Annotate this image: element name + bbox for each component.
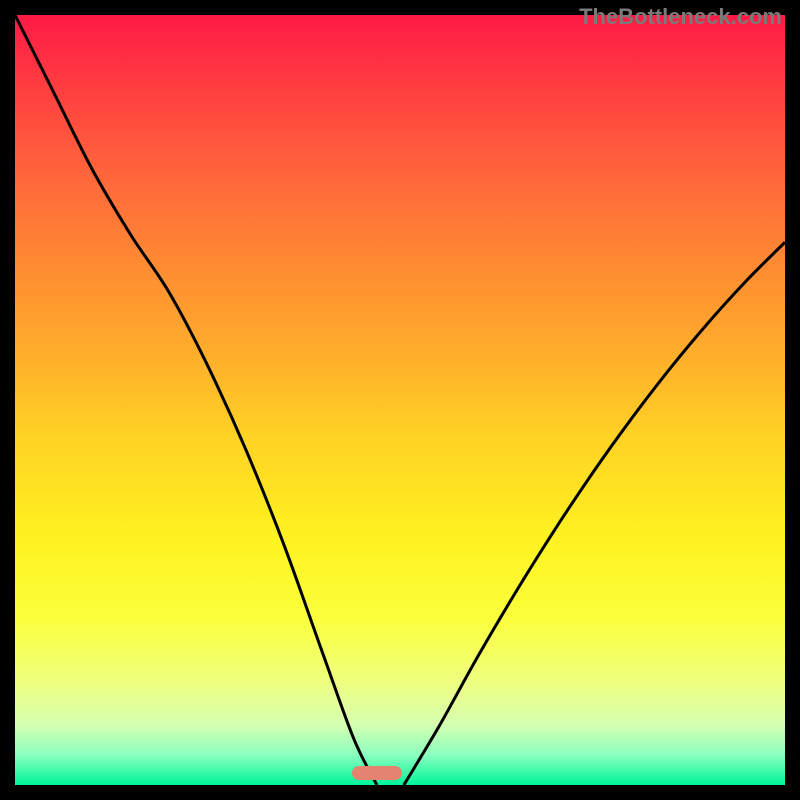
- bottleneck-gradient-plot: [15, 15, 785, 785]
- bottleneck-curve: [15, 15, 785, 785]
- bottleneck-minimum-marker: [352, 766, 402, 780]
- attribution-text: TheBottleneck.com: [579, 4, 782, 30]
- left-branch-line: [15, 15, 377, 785]
- right-branch-line: [404, 242, 785, 785]
